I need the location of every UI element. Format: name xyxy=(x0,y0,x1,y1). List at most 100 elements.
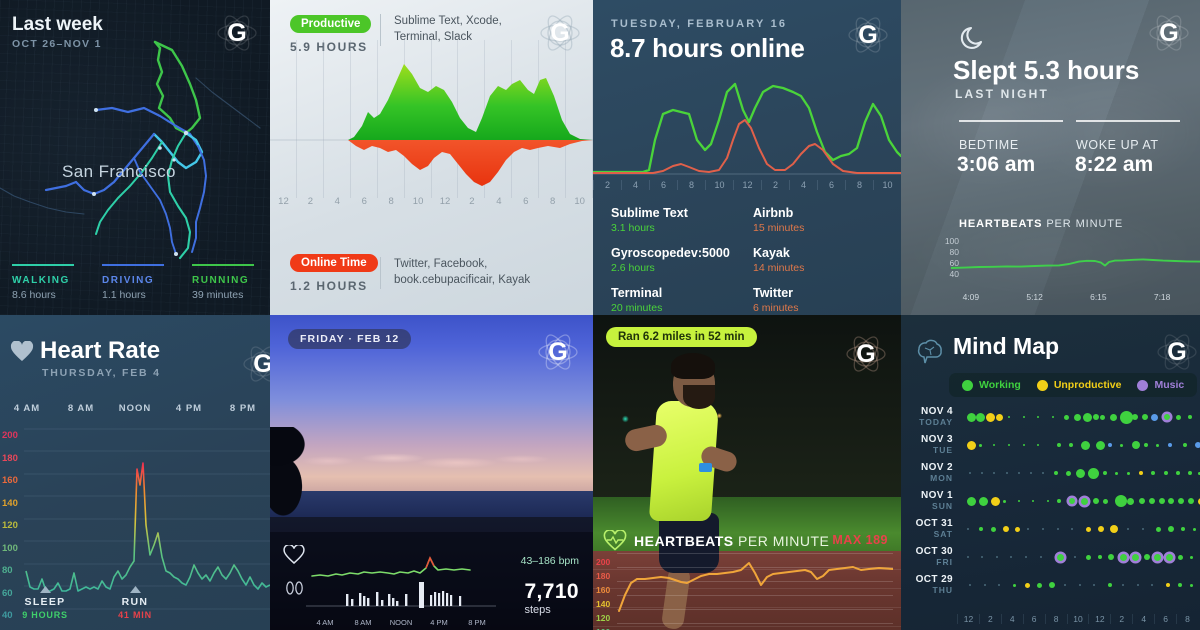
mindmap-dot xyxy=(1178,498,1185,504)
mindmap-dot xyxy=(1093,414,1100,420)
y-tick: 120 xyxy=(2,520,18,531)
x-tick: 8 AM xyxy=(354,618,372,627)
x-tick: 10 xyxy=(705,180,733,190)
mindmap-dot xyxy=(1012,583,1016,587)
mindmap-dot xyxy=(1056,553,1064,561)
mindmap-dot xyxy=(1008,416,1011,418)
mindmap-row-weekday: SUN xyxy=(932,501,953,511)
city-label: San Francisco xyxy=(62,162,176,181)
online-header: Online Time 1.2 HOURS xyxy=(290,253,378,293)
x-tick: 10 xyxy=(1066,614,1089,624)
panel-online-time[interactable]: TUESDAY, FEBRUARY 16 8.7 hours online 2 … xyxy=(593,0,901,315)
mindmap-dot xyxy=(1093,498,1100,504)
online-app-list: Sublime Text 3.1 hours Airbnb 15 minutes… xyxy=(611,206,883,314)
mindmap-dot xyxy=(966,528,969,530)
x-tick: 5:12 xyxy=(1026,292,1043,302)
panel-weekly-map[interactable]: Last week OCT 26–NOV 1 San Francisco G W… xyxy=(0,0,270,315)
mindmap-dot xyxy=(1114,495,1127,507)
panel-heart-rate[interactable]: Heart Rate THURSDAY, FEB 4 4 AM 8 AM NOO… xyxy=(0,315,270,630)
mindmap-dot xyxy=(981,472,984,474)
legend-item-run: RUN 41 MIN xyxy=(90,586,180,620)
mindmap-dot xyxy=(1144,554,1151,560)
mindmap-dot xyxy=(1025,556,1028,558)
mindmap-dot xyxy=(1141,528,1144,530)
logo-letter: G xyxy=(253,349,270,378)
online-x-axis: 2 4 6 8 10 12 2 4 6 8 10 xyxy=(593,180,901,190)
mindmap-dot xyxy=(1190,555,1194,559)
mindmap-dot xyxy=(1095,440,1105,450)
mindmap-dot xyxy=(1175,471,1180,475)
x-tick: 8 AM xyxy=(67,403,95,414)
x-tick: 4 PM xyxy=(175,403,203,414)
x-tick: 4:09 xyxy=(962,292,980,302)
mindmap-row[interactable]: NOV 1 SUN xyxy=(901,489,1200,517)
panel-sleep[interactable]: Slept 5.3 hours LAST NIGHT BEDTIME 3:06 … xyxy=(901,0,1200,315)
panel-run[interactable]: Ran 6.2 miles in 52 min HEARTBEATS PER M… xyxy=(593,315,901,630)
x-tick: 4 xyxy=(1132,614,1154,624)
sleep-x-axis: 4:09 5:12 6:15 7:18 xyxy=(939,292,1194,302)
app-name: Sublime Text xyxy=(611,206,688,220)
mindmap-dot xyxy=(1119,443,1123,447)
mindmap-dot xyxy=(1163,414,1170,420)
mindmap-row[interactable]: OCT 29 THU xyxy=(901,573,1200,601)
mindmap-dot xyxy=(991,526,997,532)
x-tick: 4 xyxy=(1000,614,1023,624)
mindmap-dot xyxy=(1073,413,1081,421)
panel-steps[interactable]: FRIDAY · FEB 12 43–186 bpm 4 AM 8 AM NOO… xyxy=(270,315,593,630)
logo-letter: G xyxy=(1167,337,1187,366)
logo-letter: G xyxy=(227,18,247,47)
legend-name: RUNNING xyxy=(192,275,250,286)
steps-total: 7,710 steps xyxy=(524,580,579,616)
x-tick: 8 xyxy=(1044,614,1067,624)
max-heartrate-label: MAX 189 xyxy=(832,533,888,547)
app-name: Gyroscopedev:5000 xyxy=(611,246,730,260)
x-tick: 8 xyxy=(1176,614,1198,624)
app-name: Kayak xyxy=(753,246,790,260)
heart-rate-chart xyxy=(24,428,270,610)
app-entry: Terminal 20 minutes xyxy=(611,286,741,314)
mindmap-row[interactable]: OCT 30 FRI xyxy=(901,545,1200,573)
y-tick: 160 xyxy=(596,585,611,595)
legend-item-driving: DRIVING 1.1 hours xyxy=(90,264,180,301)
mindmap-dot xyxy=(1136,584,1139,586)
mindmap-dot xyxy=(1168,526,1175,532)
steps-heartrate-line xyxy=(311,556,471,577)
wokeup-label: WOKE UP AT xyxy=(1076,138,1159,152)
mindmap-row-weekday: TUE xyxy=(933,445,953,455)
mindmap-dot xyxy=(1107,583,1112,587)
mindmap-row[interactable]: NOV 3 TUE xyxy=(901,433,1200,461)
mindmap-dot xyxy=(1005,472,1008,474)
mindmap-dot xyxy=(1187,498,1194,504)
page-title: Last week xyxy=(12,14,103,35)
y-tick: 180 xyxy=(2,452,18,464)
mindmap-row-label: OCT 30 FRI xyxy=(909,546,953,567)
panel-productivity[interactable]: Productive 5.9 HOURS Sublime Text, Xcode… xyxy=(270,0,593,315)
heart-subtitle: THURSDAY, FEB 4 xyxy=(42,367,161,379)
legend-label: Unproductive xyxy=(1053,379,1122,391)
mindmap-row[interactable]: NOV 2 MON xyxy=(901,461,1200,489)
legend-dot xyxy=(1036,379,1048,391)
mindmap-dot xyxy=(1003,526,1010,532)
x-tick: 6 xyxy=(1022,614,1045,624)
sleep-subtitle: LAST NIGHT xyxy=(955,87,1049,101)
chart-title-bold: HEARTBEATS xyxy=(634,533,734,549)
heart-x-axis: 4 AM 8 AM NOON 4 PM 8 PM xyxy=(0,403,270,414)
mindmap-dot xyxy=(1100,414,1106,420)
panel-mind-map[interactable]: Mind Map Working Unproductive Music NOV … xyxy=(901,315,1200,630)
x-tick: 2 xyxy=(593,180,621,190)
legend-name: SLEEP xyxy=(24,596,66,608)
mindmap-row[interactable]: NOV 4 TODAY xyxy=(901,405,1200,433)
mindmap-dot xyxy=(1080,497,1088,505)
legend-name: WALKING xyxy=(12,275,70,286)
mindmap-row-track xyxy=(957,461,1200,489)
y-tick: 80 xyxy=(2,565,13,576)
x-tick: 10 xyxy=(412,196,424,207)
productivity-area-chart xyxy=(270,64,593,186)
mindmap-dot xyxy=(966,556,969,558)
run-summary-badge: Ran 6.2 miles in 52 min xyxy=(606,327,757,347)
mindmap-row-label: NOV 4 TODAY xyxy=(909,406,953,427)
legend-item-unproductive: Unproductive xyxy=(1036,379,1122,391)
mindmap-dot xyxy=(1144,443,1149,447)
mindmap-row[interactable]: OCT 31 SAT xyxy=(901,517,1200,545)
x-tick: 2 xyxy=(469,196,475,207)
